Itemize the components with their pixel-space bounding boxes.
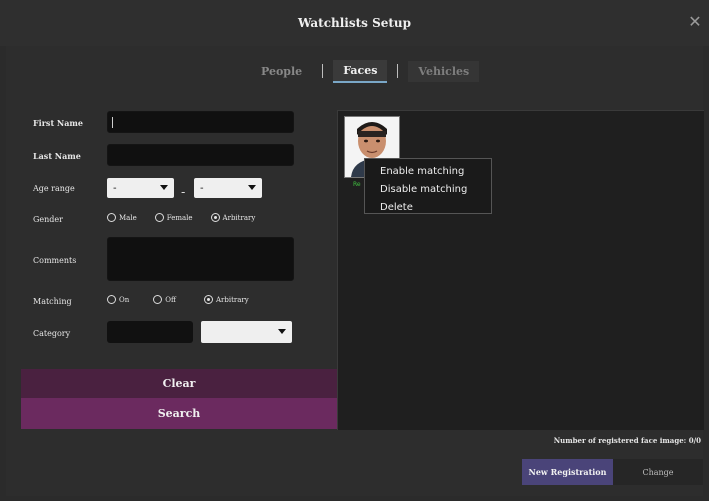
gender-radio-group: Male Female Arbitrary: [107, 213, 255, 222]
tab-vehicles[interactable]: Vehicles: [408, 60, 480, 82]
gender-male-radio[interactable]: Male: [107, 213, 137, 222]
tab-separator: [322, 64, 324, 78]
age-from-select[interactable]: -: [107, 178, 174, 198]
radio-circle: [154, 213, 164, 222]
age-to-value: -: [200, 182, 204, 194]
matching-on-radio[interactable]: On: [107, 295, 129, 304]
tab-faces[interactable]: Faces: [333, 59, 388, 83]
text-caret: [112, 117, 113, 128]
first-name-input[interactable]: [107, 111, 294, 133]
radio-circle: [153, 295, 163, 304]
context-menu: Enable matching Disable matching Delete: [364, 158, 492, 214]
gender-arbitrary-radio[interactable]: Arbitrary: [210, 213, 256, 222]
tab-separator: [397, 64, 399, 78]
chevron-down-icon: [248, 185, 256, 190]
new-registration-button[interactable]: New Registration: [522, 459, 613, 485]
gender-label: Gender: [33, 215, 63, 224]
last-name-label: Last Name: [33, 151, 81, 161]
chevron-down-icon: [160, 185, 168, 190]
comments-label: Comments: [33, 256, 77, 265]
menu-item-delete[interactable]: Delete: [365, 199, 491, 217]
matching-arbitrary-label: Arbitrary: [215, 295, 249, 304]
first-name-label: First Name: [33, 118, 83, 128]
close-icon[interactable]: ✕: [687, 14, 703, 30]
radio-circle-checked: [203, 295, 213, 304]
radio-circle: [107, 213, 116, 222]
category-label: Category: [33, 329, 71, 338]
matching-off-radio[interactable]: Off: [153, 295, 176, 304]
gender-female-radio[interactable]: Female: [154, 213, 193, 222]
thumbnail-caption: Re: [353, 181, 361, 188]
age-range-label: Age range: [33, 184, 75, 193]
registered-count-text: Number of registered face image: 0/0: [553, 436, 701, 445]
age-range-dash: -: [181, 185, 186, 199]
category-input[interactable]: [107, 321, 193, 343]
age-from-value: -: [113, 182, 117, 194]
menu-item-enable-matching[interactable]: Enable matching: [365, 163, 491, 181]
gender-male-label: Male: [119, 213, 137, 222]
title-bar: Watchlists Setup ✕: [0, 0, 709, 46]
chevron-down-icon: [278, 329, 286, 334]
category-select[interactable]: [201, 321, 292, 343]
radio-circle-checked: [210, 213, 220, 222]
radio-circle: [107, 295, 116, 304]
menu-item-disable-matching[interactable]: Disable matching: [365, 181, 491, 199]
comments-textarea[interactable]: [107, 237, 294, 281]
matching-label: Matching: [33, 297, 72, 306]
change-button[interactable]: Change: [613, 459, 703, 485]
matching-radio-group: On Off Arbitrary: [107, 295, 249, 304]
matching-arbitrary-radio[interactable]: Arbitrary: [203, 295, 249, 304]
matching-off-label: Off: [165, 295, 176, 304]
age-to-select[interactable]: -: [194, 178, 262, 198]
clear-button[interactable]: Clear: [21, 369, 337, 398]
last-name-input[interactable]: [107, 144, 294, 166]
gender-arbitrary-label: Arbitrary: [222, 213, 256, 222]
window-title: Watchlists Setup: [297, 16, 412, 30]
tab-people[interactable]: People: [251, 61, 312, 82]
search-button[interactable]: Search: [21, 398, 337, 429]
matching-on-label: On: [119, 295, 130, 304]
gender-female-label: Female: [166, 213, 193, 222]
tab-bar: People Faces Vehicles: [251, 59, 480, 83]
